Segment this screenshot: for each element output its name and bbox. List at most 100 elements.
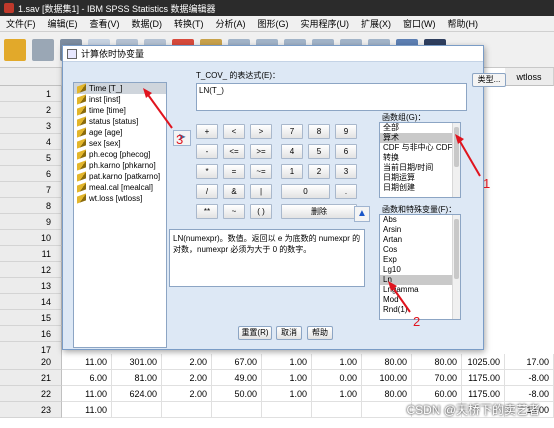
key-5[interactable]: 5 (308, 144, 330, 159)
variable-item[interactable]: pat.karno [patkarno] (74, 171, 166, 182)
variable-item[interactable]: ph.ecog [phecog] (74, 149, 166, 160)
menu-data[interactable]: 数据(D) (126, 17, 169, 30)
column-header-wtloss[interactable]: wtloss (505, 68, 554, 86)
menu-utilities[interactable]: 实用程序(U) (295, 17, 356, 30)
variable-item[interactable]: Time [T_] (74, 83, 166, 94)
function-group-item[interactable]: 转换 (380, 153, 460, 163)
data-cell[interactable]: 50.00 (212, 386, 262, 402)
reset-button[interactable]: 重置(R) (238, 326, 272, 340)
data-cell[interactable] (262, 402, 312, 418)
key-not[interactable]: ~ (223, 204, 245, 219)
data-cell[interactable]: 1.00 (262, 386, 312, 402)
delete-button[interactable]: 删除 (281, 204, 357, 219)
menu-edit[interactable]: 编辑(E) (42, 17, 84, 30)
data-cell[interactable]: 1.00 (312, 386, 362, 402)
data-cell[interactable]: 60.00 (412, 386, 462, 402)
key-7[interactable]: 7 (281, 124, 303, 139)
row-header[interactable]: 1 (0, 86, 62, 102)
row-header[interactable]: 6 (0, 166, 62, 182)
menu-window[interactable]: 窗口(W) (397, 17, 442, 30)
row-header[interactable]: 3 (0, 118, 62, 134)
data-cell[interactable]: 81.00 (112, 370, 162, 386)
data-cell[interactable]: 1175.00 (462, 370, 505, 386)
function-item[interactable]: Lngamma (380, 285, 460, 295)
data-cell[interactable]: 624.00 (112, 386, 162, 402)
key-minus[interactable]: - (196, 144, 218, 159)
open-folder-icon[interactable] (4, 38, 26, 61)
data-cell[interactable]: 2.00 (162, 370, 212, 386)
data-cell[interactable]: 1.00 (262, 354, 312, 370)
data-cell[interactable]: 100.00 (362, 370, 412, 386)
key-parentheses[interactable]: ( ) (250, 204, 272, 219)
data-cell[interactable] (312, 402, 362, 418)
menu-file[interactable]: 文件(F) (0, 17, 42, 30)
row-header[interactable]: 2 (0, 102, 62, 118)
function-group-item[interactable]: 日期创建 (380, 183, 460, 193)
function-item[interactable]: Cos (380, 245, 460, 255)
variable-item[interactable]: wt.loss [wtloss] (74, 193, 166, 204)
menu-graphs[interactable]: 图形(G) (252, 17, 295, 30)
function-group-list[interactable]: 全部 算术 CDF 与非中心 CDF 转换 当前日期/时间 日期运算 日期创建 (379, 122, 461, 198)
row-header[interactable]: 10 (0, 230, 62, 246)
key-6[interactable]: 6 (335, 144, 357, 159)
function-group-item[interactable]: 当前日期/时间 (380, 163, 460, 173)
data-cell[interactable]: 11.00 (62, 402, 112, 418)
functions-scrollbar[interactable] (452, 215, 460, 319)
function-item[interactable]: Ln (380, 275, 460, 285)
key-4[interactable]: 4 (281, 144, 303, 159)
data-cell[interactable]: 2.00 (162, 386, 212, 402)
function-item[interactable]: Arsin (380, 225, 460, 235)
data-cell[interactable]: 80.00 (362, 354, 412, 370)
key-not-equal[interactable]: ~= (250, 164, 272, 179)
row-header[interactable]: 14 (0, 294, 62, 310)
data-cell[interactable]: 1025.00 (462, 354, 505, 370)
row-header[interactable]: 23 (0, 402, 62, 418)
key-divide[interactable]: / (196, 184, 218, 199)
key-multiply[interactable]: * (196, 164, 218, 179)
function-item[interactable]: Artan (380, 235, 460, 245)
data-cell[interactable]: 80.00 (362, 386, 412, 402)
key-power[interactable]: ** (196, 204, 218, 219)
row-header[interactable]: 7 (0, 182, 62, 198)
key-2[interactable]: 2 (308, 164, 330, 179)
data-cell[interactable]: 1.00 (312, 354, 362, 370)
key-lte[interactable]: <= (223, 144, 245, 159)
variable-item[interactable]: sex [sex] (74, 138, 166, 149)
key-equal[interactable]: = (223, 164, 245, 179)
data-cell[interactable]: 17.00 (505, 354, 554, 370)
key-9[interactable]: 9 (335, 124, 357, 139)
cancel-button[interactable]: 取消 (276, 326, 302, 340)
key-8[interactable]: 8 (308, 124, 330, 139)
row-header[interactable]: 15 (0, 310, 62, 326)
menu-extensions[interactable]: 扩展(X) (355, 17, 397, 30)
row-header[interactable]: 9 (0, 214, 62, 230)
data-cell[interactable]: 49.00 (212, 370, 262, 386)
data-cell[interactable]: 11.00 (62, 386, 112, 402)
function-group-item[interactable]: CDF 与非中心 CDF (380, 143, 460, 153)
help-button[interactable]: 帮助 (307, 326, 333, 340)
scroll-thumb[interactable] (454, 127, 459, 167)
type-button[interactable]: 类型... (472, 73, 506, 87)
scroll-thumb[interactable] (454, 219, 459, 279)
data-cell[interactable]: 1175.00 (462, 386, 505, 402)
variable-item[interactable]: meal.cal [mealcal] (74, 182, 166, 193)
data-cell[interactable]: 0.00 (312, 370, 362, 386)
data-cell[interactable]: 11.00 (62, 354, 112, 370)
row-header[interactable]: 16 (0, 326, 62, 342)
variable-item[interactable]: ph.karno [phkarno] (74, 160, 166, 171)
data-cell[interactable]: 80.00 (412, 354, 462, 370)
data-cell[interactable] (362, 402, 412, 418)
key-0[interactable]: 0 (281, 184, 330, 199)
data-cell[interactable]: 67.00 (212, 354, 262, 370)
function-group-item[interactable]: 日期运算 (380, 173, 460, 183)
data-cell[interactable]: 301.00 (112, 354, 162, 370)
data-cell[interactable] (162, 402, 212, 418)
data-cell[interactable]: -8.00 (505, 386, 554, 402)
function-group-item[interactable]: 算术 (380, 133, 460, 143)
row-header[interactable]: 11 (0, 246, 62, 262)
key-1[interactable]: 1 (281, 164, 303, 179)
menu-analyze[interactable]: 分析(A) (210, 17, 252, 30)
data-cell[interactable]: 2.00 (162, 354, 212, 370)
data-cell[interactable] (212, 402, 262, 418)
function-group-scrollbar[interactable] (452, 123, 460, 197)
